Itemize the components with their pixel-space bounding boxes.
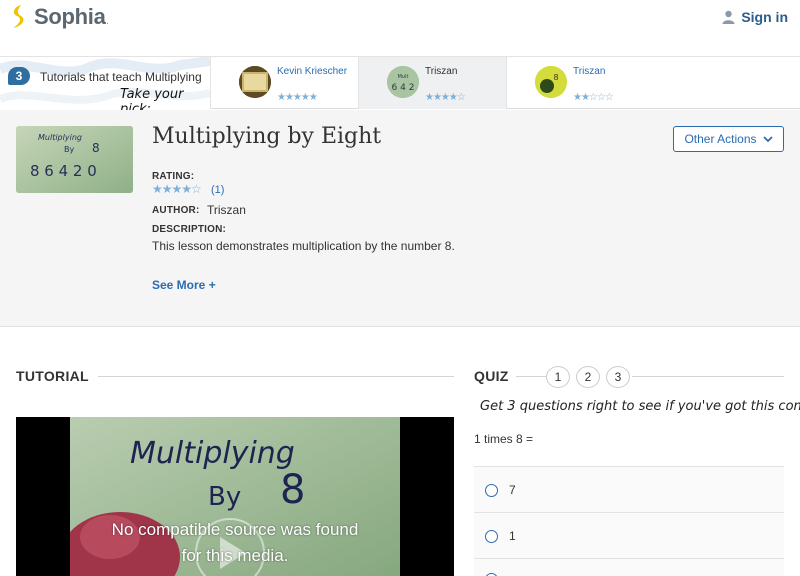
rating-count[interactable]: (1)	[211, 184, 224, 196]
quiz-step-3[interactable]: 3	[606, 366, 630, 388]
answer-option[interactable]	[474, 558, 784, 576]
svg-text:6 4 2: 6 4 2	[392, 83, 415, 93]
tutorials-strip-intro: 3 Tutorials that teach Multiplying by Ei…	[0, 57, 210, 117]
svg-text:8: 8	[553, 73, 558, 82]
tutorial-rating: ★★★★☆	[425, 92, 466, 103]
quiz-question: 1 times 8 =	[474, 432, 534, 446]
svg-text:Multiplying: Multiplying	[38, 133, 82, 142]
svg-text:8: 8	[92, 141, 100, 155]
description-text: This lesson demonstrates multiplication …	[152, 239, 455, 253]
quiz-divider-right	[632, 376, 784, 377]
tutorials-strip-title: Tutorials that teach Multiplying by Eigh…	[40, 70, 202, 84]
quiz-step-1[interactable]: 1	[546, 366, 570, 388]
chevron-down-icon	[762, 135, 773, 142]
user-icon	[722, 10, 735, 24]
svg-text:Mult: Mult	[398, 74, 409, 80]
video-player[interactable]: Multiplying By 8 No compatible source wa…	[16, 417, 454, 576]
sign-in-link[interactable]: Sign in	[722, 9, 788, 25]
tutorial-card-1[interactable]: Kevin Kriescher ★★★★★	[210, 57, 358, 109]
answer-text: 1	[509, 529, 516, 543]
sophia-logo-icon	[13, 5, 24, 28]
tutorial-author[interactable]: Triszan	[425, 66, 457, 77]
answer-option[interactable]: 7	[474, 466, 784, 512]
tutorial-card-3[interactable]: 8 Triszan ★★☆☆☆	[506, 57, 800, 109]
lesson-header: Multiplying By 8 8 6 4 2 0 Multiplying b…	[0, 110, 800, 327]
tutorial-thumbnail: 8	[535, 66, 567, 98]
svg-text:By: By	[64, 145, 74, 154]
tutorial-divider	[98, 376, 454, 377]
tutorial-rating: ★★☆☆☆	[573, 92, 614, 103]
tutorial-author[interactable]: Triszan	[573, 66, 605, 77]
quiz-step-2[interactable]: 2	[576, 366, 600, 388]
author-label: AUTHOR:	[152, 205, 200, 216]
see-more-link[interactable]: See More +	[152, 278, 216, 292]
tutorial-rating: ★★★★★	[277, 92, 318, 103]
sign-in-label: Sign in	[741, 9, 788, 25]
svg-text:8: 8	[280, 467, 305, 513]
logo-dot: .	[106, 16, 109, 26]
top-nav: Sophia . Sign in	[0, 0, 800, 57]
logo-text: Sophia	[34, 4, 106, 29]
tutorial-count-badge: 3	[8, 67, 30, 85]
tutorial-author[interactable]: Kevin Kriescher	[277, 66, 347, 77]
tutorial-thumbnail	[239, 66, 271, 98]
answer-text: 7	[509, 483, 516, 497]
tutorial-card-2[interactable]: 6 4 2 Mult Triszan ★★★★☆	[358, 57, 506, 109]
lesson-title: Multiplying by Eight	[152, 124, 382, 149]
lesson-thumbnail: Multiplying By 8 8 6 4 2 0	[16, 126, 133, 193]
tutorial-section-title: TUTORIAL	[16, 368, 89, 384]
video-error-message: No compatible source was found for this …	[111, 520, 359, 565]
answer-option[interactable]: 1	[474, 512, 784, 558]
quiz-section-title: QUIZ	[474, 368, 509, 384]
radio-button[interactable]	[485, 530, 498, 543]
rating-stars[interactable]: ★★★★☆	[152, 182, 202, 196]
svg-text:8 6 4 2 0: 8 6 4 2 0	[30, 162, 97, 180]
sophia-logo[interactable]: Sophia .	[9, 3, 109, 31]
quiz-instructions: Get 3 questions right to see if you've g…	[480, 399, 800, 414]
svg-text:Multiplying: Multiplying	[130, 436, 295, 471]
other-actions-label: Other Actions	[684, 132, 757, 146]
svg-text:By: By	[208, 482, 241, 512]
description-label: DESCRIPTION:	[152, 224, 227, 235]
quiz-divider-left	[516, 376, 546, 377]
radio-button[interactable]	[485, 484, 498, 497]
tutorials-strip: 3 Tutorials that teach Multiplying by Ei…	[0, 57, 800, 117]
author-name: Triszan	[207, 203, 246, 217]
rating-label: RATING:	[152, 171, 195, 182]
tutorial-thumbnail: 6 4 2 Mult	[387, 66, 419, 98]
other-actions-button[interactable]: Other Actions	[673, 126, 784, 152]
